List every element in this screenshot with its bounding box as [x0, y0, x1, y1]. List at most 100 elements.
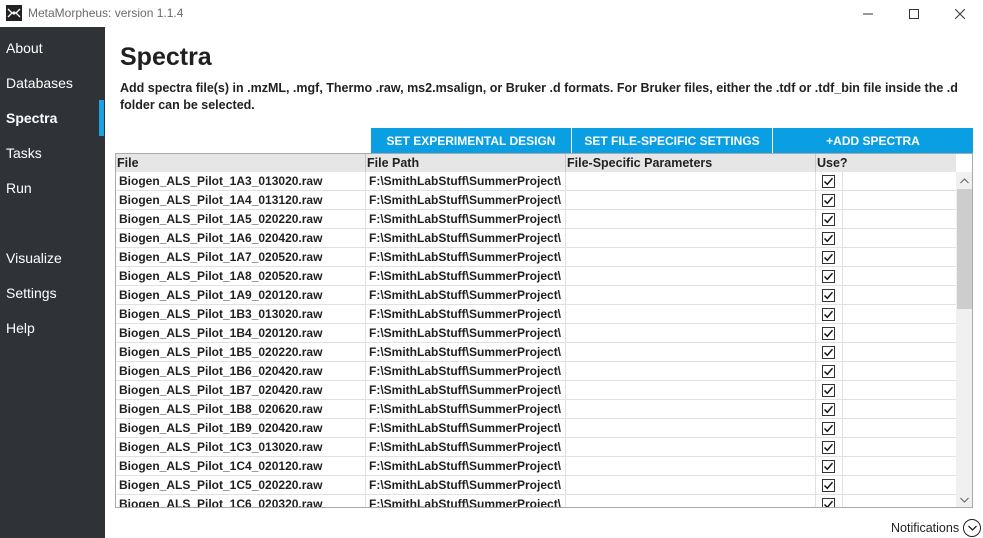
table-row[interactable]: Biogen_ALS_Pilot_1C4_020120.raw F:\SmithL…	[116, 457, 956, 476]
check-icon	[823, 443, 834, 452]
page-description: Add spectra file(s) in .mzML, .mgf, Ther…	[120, 81, 958, 112]
column-header-file-path[interactable]: File Path	[366, 154, 566, 172]
cell-file-specific-parameters[interactable]	[566, 267, 816, 286]
cell-file-path: F:\SmithLabStuff\SummerProject\	[366, 248, 566, 267]
cell-file-specific-parameters[interactable]	[566, 400, 816, 419]
table-row[interactable]: Biogen_ALS_Pilot_1A3_013020.raw F:\SmithL…	[116, 172, 956, 191]
scroll-up-button[interactable]	[956, 172, 972, 189]
cell-file-path: F:\SmithLabStuff\SummerProject\	[366, 362, 566, 381]
table-row[interactable]: Biogen_ALS_Pilot_1B9_020420.raw F:\SmithL…	[116, 419, 956, 438]
sidebar-item-run[interactable]: Run	[0, 172, 105, 204]
use-checkbox[interactable]	[822, 365, 835, 378]
sidebar-item-about[interactable]: About	[0, 32, 105, 64]
cell-file-specific-parameters[interactable]	[566, 381, 816, 400]
table-row[interactable]: Biogen_ALS_Pilot_1B4_020120.raw F:\SmithL…	[116, 324, 956, 343]
cell-file-specific-parameters[interactable]	[566, 191, 816, 210]
cell-file-specific-parameters[interactable]	[566, 457, 816, 476]
check-icon	[823, 177, 834, 186]
cell-file: Biogen_ALS_Pilot_1A9_020120.raw	[116, 286, 366, 305]
sidebar-item-visualize[interactable]: Visualize	[0, 242, 105, 274]
cell-file-specific-parameters[interactable]	[566, 229, 816, 248]
use-checkbox[interactable]	[822, 498, 835, 507]
sidebar-item-spectra[interactable]: Spectra	[0, 102, 105, 134]
use-checkbox[interactable]	[822, 308, 835, 321]
cell-file-specific-parameters[interactable]	[566, 362, 816, 381]
use-checkbox[interactable]	[822, 346, 835, 359]
table-row[interactable]: Biogen_ALS_Pilot_1A4_013120.raw F:\SmithL…	[116, 191, 956, 210]
table-row[interactable]: Biogen_ALS_Pilot_1B6_020420.raw F:\SmithL…	[116, 362, 956, 381]
table-row[interactable]: Biogen_ALS_Pilot_1C5_020220.raw F:\SmithL…	[116, 476, 956, 495]
use-checkbox[interactable]	[822, 422, 835, 435]
cell-file: Biogen_ALS_Pilot_1C6_020320.raw	[116, 495, 366, 507]
table-row[interactable]: Biogen_ALS_Pilot_1B3_013020.raw F:\SmithL…	[116, 305, 956, 324]
scroll-down-button[interactable]	[956, 491, 972, 507]
table-row[interactable]: Biogen_ALS_Pilot_1B5_020220.raw F:\SmithL…	[116, 343, 956, 362]
sidebar-item-tasks[interactable]: Tasks	[0, 137, 105, 169]
cell-file: Biogen_ALS_Pilot_1B7_020420.raw	[116, 381, 366, 400]
table-row[interactable]: Biogen_ALS_Pilot_1A9_020120.raw F:\SmithL…	[116, 286, 956, 305]
cell-file-specific-parameters[interactable]	[566, 438, 816, 457]
cell-file-specific-parameters[interactable]	[566, 172, 816, 191]
cell-file-path: F:\SmithLabStuff\SummerProject\	[366, 286, 566, 305]
table-header: File File Path File-Specific Parameters …	[116, 154, 956, 172]
use-checkbox[interactable]	[822, 289, 835, 302]
cell-file-specific-parameters[interactable]	[566, 248, 816, 267]
vertical-scrollbar[interactable]	[956, 172, 972, 507]
check-icon	[823, 424, 834, 433]
table-row[interactable]: Biogen_ALS_Pilot_1B7_020420.raw F:\SmithL…	[116, 381, 956, 400]
chevron-up-icon	[960, 177, 969, 183]
sidebar-item-databases[interactable]: Databases	[0, 67, 105, 99]
column-header-use[interactable]: Use?	[816, 154, 956, 172]
cell-file: Biogen_ALS_Pilot_1B4_020120.raw	[116, 324, 366, 343]
maximize-icon	[909, 8, 919, 19]
table-row[interactable]: Biogen_ALS_Pilot_1B8_020620.raw F:\SmithL…	[116, 400, 956, 419]
use-checkbox[interactable]	[822, 479, 835, 492]
cell-file-specific-parameters[interactable]	[566, 343, 816, 362]
column-header-file-specific-parameters[interactable]: File-Specific Parameters	[566, 154, 816, 172]
set-experimental-design-button[interactable]: SET EXPERIMENTAL DESIGN	[371, 128, 571, 154]
table-row[interactable]: Biogen_ALS_Pilot_1C6_020320.raw F:\SmithL…	[116, 495, 956, 507]
table-row[interactable]: Biogen_ALS_Pilot_1A7_020520.raw F:\SmithL…	[116, 248, 956, 267]
cell-file: Biogen_ALS_Pilot_1C5_020220.raw	[116, 476, 366, 495]
cell-file: Biogen_ALS_Pilot_1A5_020220.raw	[116, 210, 366, 229]
check-icon	[823, 405, 834, 414]
add-spectra-button[interactable]: +ADD SPECTRA	[773, 128, 973, 154]
maximize-button[interactable]	[891, 0, 937, 27]
cell-file-specific-parameters[interactable]	[566, 210, 816, 229]
use-checkbox[interactable]	[822, 194, 835, 207]
table-row[interactable]: Biogen_ALS_Pilot_1A8_020520.raw F:\SmithL…	[116, 267, 956, 286]
cell-file-specific-parameters[interactable]	[566, 305, 816, 324]
cell-file-specific-parameters[interactable]	[566, 286, 816, 305]
use-checkbox[interactable]	[822, 175, 835, 188]
close-button[interactable]	[937, 0, 983, 27]
table-row[interactable]: Biogen_ALS_Pilot_1A6_020420.raw F:\SmithL…	[116, 229, 956, 248]
use-checkbox[interactable]	[822, 270, 835, 283]
use-checkbox[interactable]	[822, 232, 835, 245]
use-checkbox[interactable]	[822, 460, 835, 473]
table-row[interactable]: Biogen_ALS_Pilot_1A5_020220.raw F:\SmithL…	[116, 210, 956, 229]
cell-file-specific-parameters[interactable]	[566, 476, 816, 495]
use-checkbox[interactable]	[822, 213, 835, 226]
use-checkbox[interactable]	[822, 441, 835, 454]
check-icon	[823, 500, 834, 507]
scroll-thumb[interactable]	[957, 189, 972, 309]
cell-file-path: F:\SmithLabStuff\SummerProject\	[366, 229, 566, 248]
cell-file-specific-parameters[interactable]	[566, 419, 816, 438]
cell-file-specific-parameters[interactable]	[566, 324, 816, 343]
sidebar-item-settings[interactable]: Settings	[0, 277, 105, 309]
minimize-button[interactable]	[845, 0, 891, 27]
use-checkbox[interactable]	[822, 384, 835, 397]
cell-file-path: F:\SmithLabStuff\SummerProject\	[366, 438, 566, 457]
cell-file: Biogen_ALS_Pilot_1A6_020420.raw	[116, 229, 366, 248]
cell-file-path: F:\SmithLabStuff\SummerProject\	[366, 267, 566, 286]
use-checkbox[interactable]	[822, 251, 835, 264]
use-checkbox[interactable]	[822, 327, 835, 340]
notifications-toggle[interactable]: Notifications	[891, 518, 982, 538]
table-row[interactable]: Biogen_ALS_Pilot_1C3_013020.raw F:\SmithL…	[116, 438, 956, 457]
cell-file-specific-parameters[interactable]	[566, 495, 816, 507]
sidebar-item-help[interactable]: Help	[0, 312, 105, 344]
column-header-file[interactable]: File	[116, 154, 366, 172]
set-file-specific-settings-button[interactable]: SET FILE-SPECIFIC SETTINGS	[572, 128, 772, 154]
use-checkbox[interactable]	[822, 403, 835, 416]
check-icon	[823, 329, 834, 338]
